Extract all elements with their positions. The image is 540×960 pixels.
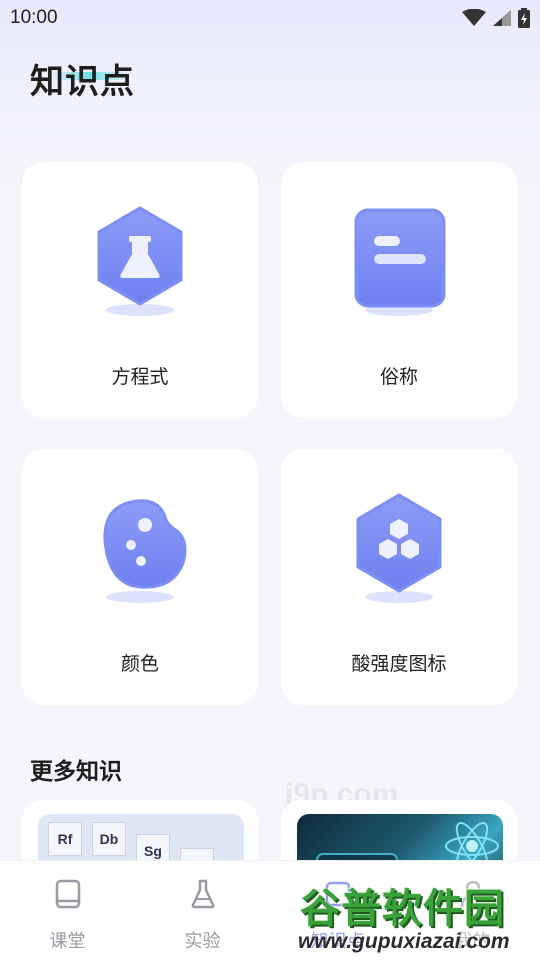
card-label: 颜色 [120,653,159,675]
periodic-cell: Db [92,822,126,856]
nav-label: 实验 [184,931,221,952]
card-label: 酸强度图标 [351,653,447,675]
nav-item-classroom[interactable]: 课堂 [0,861,135,960]
card-colors[interactable]: 颜色 [22,449,258,705]
nav-item-experiment[interactable]: 实验 [135,861,270,960]
status-time: 10:00 [10,7,58,28]
signal-icon [493,10,511,26]
battery-icon [518,8,530,28]
page-title: 知识点 [30,62,135,102]
flask-icon [85,202,195,322]
card-common-names[interactable]: 俗称 [281,162,517,418]
status-icons [462,8,530,28]
hexagon-cluster-icon [344,489,454,609]
palette-icon [85,489,195,609]
more-knowledge-title: 更多知识 [30,759,122,785]
status-bar: 10:00 [0,0,540,36]
card-equations[interactable]: 方程式 [22,162,258,418]
flask-nav-icon [188,879,218,909]
watermark-url: www.gupuxiazai.com [298,930,510,953]
card-acid-strength[interactable]: 酸强度图标 [281,449,517,705]
nav-label: 课堂 [49,931,86,952]
periodic-cell: Rf [48,822,82,856]
watermark-logo: 谷普软件园 www.gupuxiazai.com [294,874,538,958]
card-label: 方程式 [111,366,169,388]
wifi-icon [462,9,486,26]
book-icon [53,879,83,909]
label-card-icon [344,202,454,322]
card-label: 俗称 [379,366,418,388]
watermark-name: 谷普软件园 [300,886,505,932]
